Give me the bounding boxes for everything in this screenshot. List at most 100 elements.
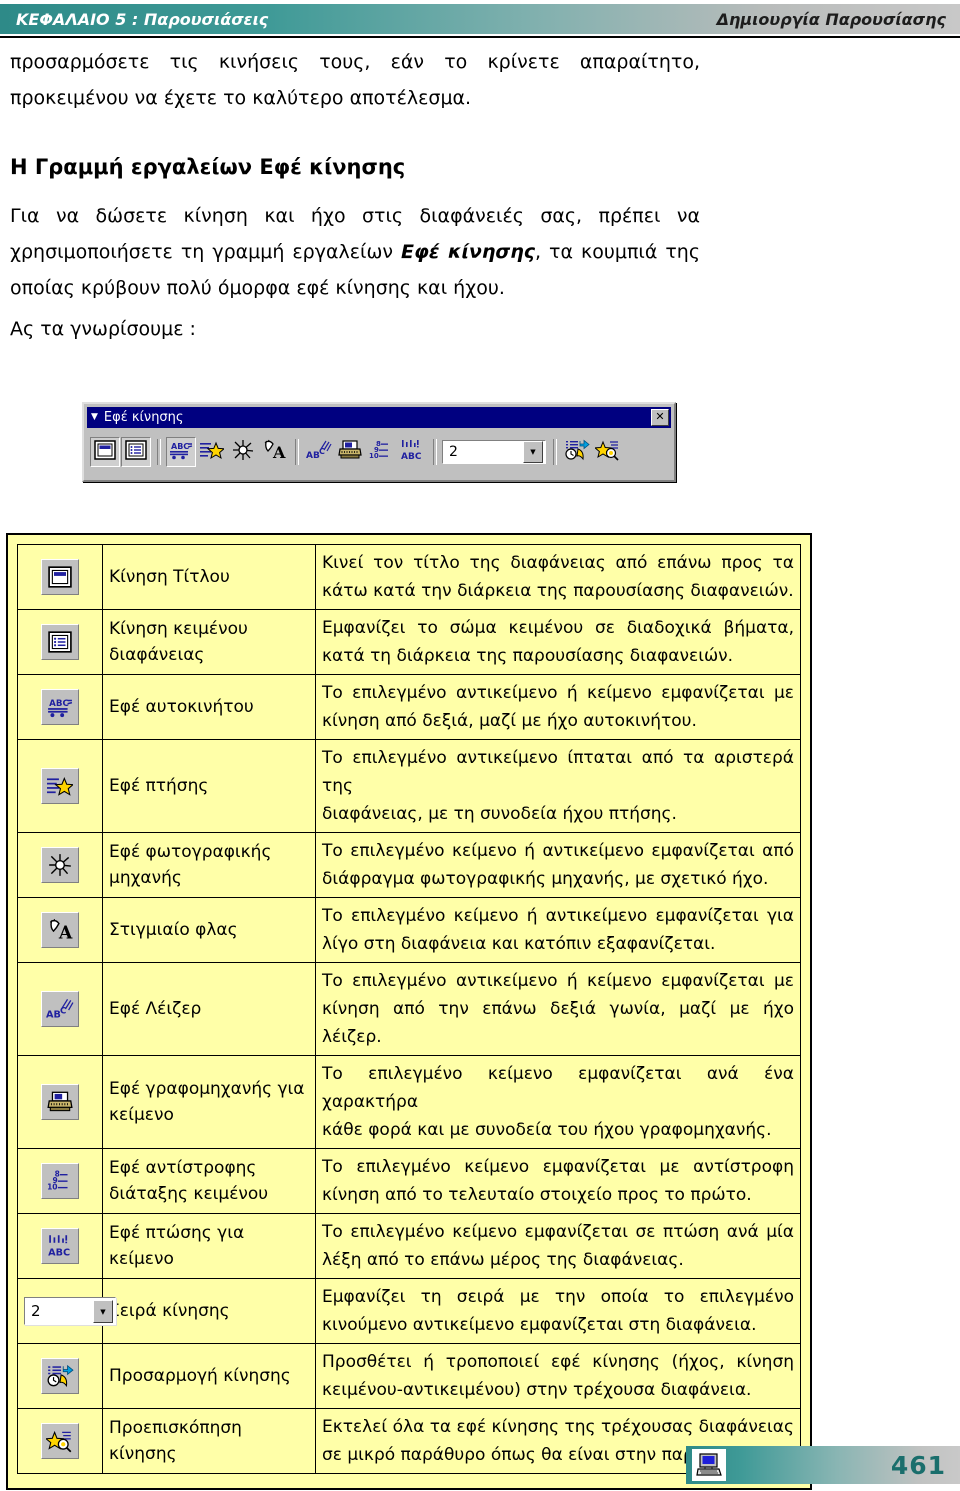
flash-a-icon: A — [262, 439, 286, 465]
custom-animation-icon — [564, 439, 590, 465]
row-icon-cell — [17, 609, 103, 675]
desc-line: κειμένου-αντικειμένου) στην τρέχουσα δια… — [322, 1380, 752, 1400]
lines-star-icon[interactable] — [41, 768, 79, 804]
chevron-down-icon[interactable]: ▼ — [91, 413, 98, 422]
desc-line: Το επιλεγμένο κείμενο ή αντικείμενο εμφα… — [322, 906, 794, 926]
lets-know-line: Ας τα γνωρίσουμε : — [10, 318, 196, 340]
desc-line: λίγο στη διαφάνεια και κατόπιν εξαφανίζε… — [322, 934, 716, 954]
svg-text:ABC: ABC — [48, 1248, 70, 1258]
desc-line: κίνηση από το τελευταίο στοιχείο προς το… — [322, 1185, 752, 1205]
toolbar-titlebar[interactable]: ▼ Εφέ κίνησης ✕ — [87, 407, 671, 428]
flying-effect-button[interactable] — [197, 437, 227, 467]
row-icon-cell: ABC — [17, 1213, 103, 1279]
table-row: ABC Εφέ πτώσης για κείμενο Το επιλεγμένο… — [17, 1213, 801, 1279]
animation-order-value: 2 — [31, 1302, 41, 1320]
typewriter-text-effect-button[interactable] — [335, 437, 365, 467]
row-icon-cell: 2 ▼ — [17, 1278, 116, 1344]
effect-name: Προεπισκόπηση κίνησης — [102, 1408, 316, 1474]
reverse-text-order-effect-button[interactable]: 8 9 10 — [366, 437, 396, 467]
ab-laser-icon[interactable]: AB C — [41, 991, 79, 1027]
effect-name: Εφέ γραφομηχανής για κείμενο — [102, 1055, 316, 1149]
svg-text:ABC: ABC — [49, 699, 69, 709]
effect-name: Στιγμιαίο φλας — [102, 897, 316, 963]
effects-table-body: Κίνηση Τίτλου Κινεί τον τίτλο της διαφάν… — [17, 544, 801, 1474]
drive-in-effect-button[interactable]: ABC — [166, 437, 196, 467]
window-list-icon[interactable] — [41, 624, 79, 660]
abc-drop-icon[interactable]: ABC — [41, 1228, 79, 1264]
toolbar-button-strip: ABC A AB C 8 9 10 ABC 2 ▼ — [90, 432, 670, 472]
laser-text-effect-button[interactable]: AB C — [304, 437, 334, 467]
effect-name: Προσαρμογή κίνησης — [102, 1343, 316, 1409]
desc-line: Το επιλεγμένο αντικείμενο ή κείμενο εμφα… — [322, 971, 794, 991]
window-title-icon — [94, 440, 116, 464]
abc-drop-icon: ABC — [399, 439, 425, 465]
abc-car-icon[interactable]: ABC — [41, 689, 79, 725]
effect-description: Το επιλεγμένο κείμενο εμφανίζεται σε πτώ… — [315, 1213, 801, 1279]
flash-once-button[interactable]: A — [259, 437, 289, 467]
effect-name: Κίνηση Τίτλου — [102, 544, 316, 610]
desc-line: Το επιλεγμένο αντικείμενο ίπταται από τα… — [322, 748, 794, 796]
table-row: ABC Εφέ αυτοκινήτου Το επιλεγμένο αντικε… — [17, 674, 801, 740]
desc-line: διαφάνειας, με τη συνοδεία ήχου πτήσης. — [322, 804, 677, 824]
desc-line: κινούμενο αντικείμενο εμφανίζεται στη δι… — [322, 1315, 757, 1335]
custom-animation-icon[interactable] — [41, 1358, 79, 1394]
numbers-reverse-icon[interactable]: 8 9 10 — [41, 1163, 79, 1199]
animation-preview-button[interactable] — [593, 437, 623, 467]
window-title-icon[interactable] — [41, 559, 79, 595]
desc-line: διάφραγμα φωτογραφικής μηχανής, με σχετι… — [322, 869, 769, 889]
svg-text:A: A — [58, 924, 73, 942]
table-row: A Στιγμιαίο φλας Το επιλεγμένο κείμενο ή… — [17, 897, 801, 963]
table-row: AB C Εφέ Λέιζερ Το επιλεγμένο αντικείμεν… — [17, 962, 801, 1056]
toolbar-separator — [295, 439, 299, 465]
animate-slide-text-button[interactable] — [121, 437, 151, 467]
desc-line: Εκτελεί όλα τα εφέ κίνησης της τρέχουσας… — [322, 1417, 794, 1437]
effect-description: Το επιλεγμένο αντικείμενο ίπταται από τα… — [315, 739, 801, 833]
desc-line: Εμφανίζει τη σειρά με την οποία το επιλε… — [322, 1287, 794, 1307]
star-preview-icon[interactable] — [41, 1423, 79, 1459]
row-icon-cell — [17, 1055, 103, 1149]
desc-line: Το επιλεγμένο κείμενο εμφανίζεται σε πτώ… — [322, 1222, 794, 1242]
desc-line: κατά τη διάρκεια της παρουσίασης διαφανε… — [322, 646, 734, 666]
chevron-down-icon[interactable]: ▼ — [93, 1300, 113, 1323]
desc-line: Το επιλεγμένο κείμενο ή αντικείμενο εμφα… — [322, 841, 794, 861]
close-icon[interactable]: ✕ — [651, 409, 669, 426]
row-icon-cell: 8 9 10 — [17, 1148, 103, 1214]
drop-in-text-effect-button[interactable]: ABC — [397, 437, 427, 467]
row-icon-cell: ABC — [17, 674, 103, 740]
animate-title-button[interactable] — [90, 437, 120, 467]
page-header: ΚΕΦΑΛΑΙΟ 5 : Παρουσιάσεις Δημιουργία Παρ… — [0, 4, 960, 34]
animation-order-combo[interactable]: 2 ▼ — [442, 440, 546, 464]
desc-line: Προσθέτει ή τροποποιεί εφέ κίνησης (ήχος… — [322, 1352, 794, 1372]
desc-line: κίνηση από την επάνω δεξιά γωνία, μαζί μ… — [322, 999, 794, 1047]
table-row: 2 ▼ Σειρά κίνησης Εμφανίζει τη σειρά με … — [17, 1278, 801, 1344]
toolbar-title-label: Εφέ κίνησης — [103, 410, 184, 425]
effect-description: Το επιλεγμένο κείμενο ή αντικείμενο εμφα… — [315, 832, 801, 898]
toolbar-separator — [553, 439, 557, 465]
custom-animation-button[interactable] — [562, 437, 592, 467]
animation-effects-toolbar-window[interactable]: ▼ Εφέ κίνησης ✕ ABC A AB C 8 9 10 ABC 2 … — [82, 402, 676, 482]
camera-effect-button[interactable] — [228, 437, 258, 467]
chevron-down-icon[interactable]: ▼ — [523, 441, 543, 463]
animation-order-combo[interactable]: 2 ▼ — [24, 1297, 116, 1325]
table-row: Προεπισκόπηση κίνησης Εκτελεί όλα τα εφέ… — [17, 1408, 801, 1474]
table-row: Κίνηση Τίτλου Κινεί τον τίτλο της διαφάν… — [17, 544, 801, 610]
effect-description: Κινεί τον τίτλο της διαφάνειας από επάνω… — [315, 544, 801, 610]
effect-description: Το επιλεγμένο κείμενο εμφανίζεται με αντ… — [315, 1148, 801, 1214]
camera-burst-icon[interactable] — [41, 847, 79, 883]
effects-table-frame: Κίνηση Τίτλου Κινεί τον τίτλο της διαφάν… — [6, 533, 812, 1490]
header-divider — [0, 36, 960, 38]
typewriter-icon[interactable] — [41, 1084, 79, 1120]
desc-line: Το επιλεγμένο αντικείμενο ή κείμενο εμφα… — [322, 683, 794, 703]
row-icon-cell: A — [17, 897, 103, 963]
camera-burst-icon — [231, 439, 255, 465]
desc-line: Το επιλεγμένο κείμενο εμφανίζεται με αντ… — [322, 1157, 794, 1177]
desc-line: Κινεί τον τίτλο της διαφάνειας από επάνω… — [322, 553, 794, 573]
svg-text:10: 10 — [369, 452, 379, 460]
row-icon-cell — [17, 1343, 103, 1409]
row-icon-cell — [17, 1408, 103, 1474]
header-section-title: Δημιουργία Παρουσίασης — [716, 9, 946, 29]
row-icon-cell — [17, 739, 103, 833]
animation-order-value: 2 — [449, 444, 458, 460]
flash-a-icon[interactable]: A — [41, 912, 79, 948]
header-chapter-title: ΚΕΦΑΛΑΙΟ 5 : Παρουσιάσεις — [16, 9, 269, 29]
